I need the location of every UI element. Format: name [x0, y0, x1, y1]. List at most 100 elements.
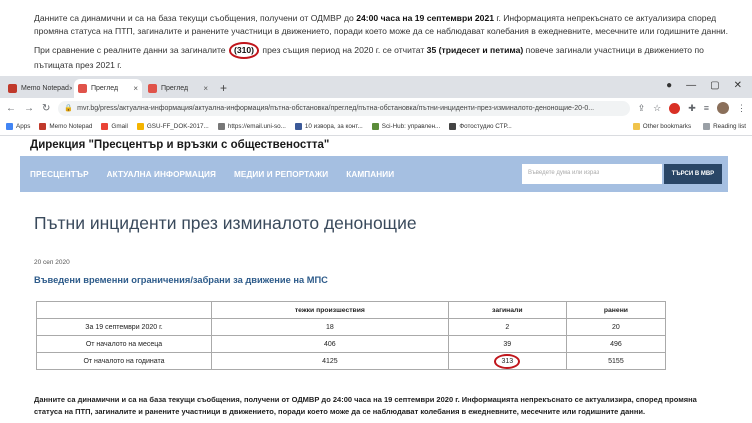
window-controls: ● — ▢ ✕ — [666, 80, 742, 91]
nav-kampanii[interactable]: КАМПАНИИ — [346, 170, 394, 179]
table-row: От началото на годината 4125 313 5155 — [36, 352, 667, 370]
table-cell: 2 — [447, 318, 567, 336]
bookmark-label: GSU-FF_DOK-2017... — [146, 123, 209, 130]
drive-icon — [136, 123, 144, 130]
bookmark-gsu[interactable]: GSU-FF_DOK-2017... — [136, 123, 209, 130]
address-bar[interactable]: 🔒 mvr.bg/press/актуална-информация/актуа… — [58, 100, 630, 116]
table-header-row: тежки произшествия загинали ранени — [36, 301, 667, 319]
bookmark-scihub[interactable]: Sci-Hub: управлен... — [371, 123, 441, 130]
bookmark-label: Reading list — [713, 123, 746, 130]
profile-avatar[interactable] — [717, 102, 729, 114]
browser-chrome: Memo Notepad × Преглед × Преглед × + ● —… — [0, 76, 752, 136]
maximize-icon[interactable]: ▢ — [710, 80, 719, 91]
facebook-icon — [294, 123, 302, 130]
extension-icon[interactable] — [669, 102, 681, 114]
browser-toolbar: ← → ↻ 🔒 mvr.bg/press/актуална-информация… — [0, 98, 752, 118]
table-cell: 5155 — [565, 352, 667, 370]
forward-icon[interactable]: → — [24, 103, 34, 114]
star-icon[interactable]: ☆ — [653, 103, 661, 114]
intro-text: Данните са динамични и са на база текущи… — [34, 13, 357, 23]
bookmark-memo-notepad[interactable]: Memo Notepad — [39, 123, 92, 130]
article-footnote: Данните са динамични и са на база текущи… — [34, 395, 697, 416]
nav-medii[interactable]: МЕДИИ И РЕПОРТАЖИ — [234, 170, 328, 179]
tab-search-icon[interactable]: ● — [666, 80, 672, 91]
table-cell: 406 — [211, 335, 449, 353]
share-icon[interactable]: ⇪ — [638, 103, 646, 114]
back-icon[interactable]: ← — [6, 103, 16, 114]
bookmark-gmail[interactable]: Gmail — [101, 123, 128, 130]
table-row: От началото на месеца 406 39 496 — [36, 335, 667, 353]
circled-310: (310) — [228, 42, 260, 59]
table-cell: 20 — [565, 318, 667, 336]
tab-label: Преглед — [161, 85, 189, 92]
toolbar-right: ⇪ ☆ ✚ ≡ ⋮ — [638, 102, 746, 114]
table-cell: 18 — [211, 318, 449, 336]
close-window-icon[interactable]: ✕ — [734, 80, 742, 91]
table-cell: 496 — [565, 335, 667, 353]
nav-prescenter[interactable]: ПРЕСЦЕНТЪР — [30, 170, 89, 179]
extensions-puzzle-icon[interactable]: ✚ — [688, 103, 696, 114]
intro-bold-date: 24:00 часа на 19 септември 2021 — [356, 13, 494, 23]
table-row: За 19 септември 2020 г. 18 2 20 — [36, 318, 667, 336]
menu-kebab-icon[interactable]: ⋮ — [737, 103, 746, 114]
table-cell: 39 — [447, 335, 567, 353]
reload-icon[interactable]: ↻ — [42, 103, 50, 114]
close-icon[interactable]: × — [133, 84, 138, 93]
circled-313: 313 — [494, 353, 521, 369]
site-search-button[interactable]: ТЪРСИ В МВР — [664, 164, 722, 184]
bookmark-label: Gmail — [111, 123, 128, 130]
site-search-input[interactable]: Въведете дума или израз — [522, 164, 662, 184]
article-intro: Данните са динамични и са на база текущи… — [0, 0, 752, 76]
tab-memo-notepad[interactable]: Memo Notepad × — [4, 79, 72, 98]
media-icon[interactable]: ≡ — [704, 103, 709, 113]
article-title-link[interactable]: Въведени временни ограничения/забрани за… — [34, 275, 328, 285]
memo-favicon-icon — [39, 123, 47, 130]
article-date: 20 сеп 2020 — [34, 259, 70, 266]
mvr-website: Дирекция "Пресцентър и връзки с обществе… — [0, 136, 752, 423]
row-label: От началото на месеца — [36, 335, 212, 353]
tab-pregled-active[interactable]: Преглед × — [74, 79, 142, 98]
bookmark-email[interactable]: https://email.uni-so... — [217, 123, 286, 130]
table-header — [36, 301, 212, 319]
bookmark-label: Memo Notepad — [49, 123, 93, 130]
comparison-text-cont: през същия период на 2020 г. се отчитат — [260, 45, 427, 55]
table-header: тежки произшествия — [211, 301, 449, 319]
tab-strip: Memo Notepad × Преглед × Преглед × + — [0, 76, 752, 98]
row-label: От началото на годината — [36, 352, 212, 370]
main-nav: ПРЕСЦЕНТЪР АКТУАЛНА ИНФОРМАЦИЯ МЕДИИ И Р… — [20, 156, 728, 192]
other-bookmarks[interactable]: Other bookmarks — [632, 123, 692, 130]
new-tab-button[interactable]: + — [220, 81, 227, 95]
page-title: Пътни инциденти през изминалото денонощи… — [34, 213, 417, 233]
gmail-icon — [101, 123, 109, 130]
reading-list[interactable]: Reading list — [703, 123, 746, 130]
minimize-icon[interactable]: — — [686, 80, 696, 91]
bookmark-label: Sci-Hub: управлен... — [381, 123, 441, 130]
tab-pregled[interactable]: Преглед × — [144, 79, 212, 98]
incident-stats-table: тежки произшествия загинали ранени За 19… — [36, 301, 667, 370]
mvr-favicon-icon — [78, 84, 87, 93]
table-header: загинали — [447, 301, 567, 319]
close-icon[interactable]: × — [203, 84, 208, 93]
tab-label: Memo Notepad — [21, 85, 69, 92]
folder-icon — [632, 123, 640, 130]
bookmark-fotostudio[interactable]: Фотоcтудио СТР... — [449, 123, 512, 130]
close-icon[interactable]: × — [69, 84, 72, 93]
intro-paragraph-2: При сравнение с реалните данни за загина… — [34, 42, 732, 71]
bookmark-label: Other bookmarks — [642, 123, 692, 130]
url-text: mvr.bg/press/актуална-информация/актуалн… — [77, 104, 595, 112]
table-header: ранени — [565, 301, 667, 319]
reading-list-icon — [703, 123, 711, 130]
bookmark-apps[interactable]: Apps — [6, 123, 30, 130]
bookmark-label: 10 извора, за конт... — [304, 123, 363, 130]
intro-paragraph-1: Данните са динамични и са на база текущи… — [34, 12, 732, 37]
apps-grid-icon — [6, 123, 13, 130]
bookmark-label: Apps — [16, 123, 31, 130]
table-cell: 4125 — [211, 352, 449, 370]
bookmark-label: https://email.uni-so... — [227, 123, 286, 130]
bookmarks-bar: Apps Memo Notepad Gmail GSU-FF_DOK-2017.… — [0, 118, 752, 136]
nav-aktualna-informacia[interactable]: АКТУАЛНА ИНФОРМАЦИЯ — [107, 170, 216, 179]
bookmark-10-izvora[interactable]: 10 извора, за конт... — [294, 123, 363, 130]
comparison-text: При сравнение с реалните данни за загина… — [34, 45, 228, 55]
bookmark-label: Фотоcтудио СТР... — [459, 123, 512, 130]
row-label: За 19 септември 2020 г. — [36, 318, 212, 336]
